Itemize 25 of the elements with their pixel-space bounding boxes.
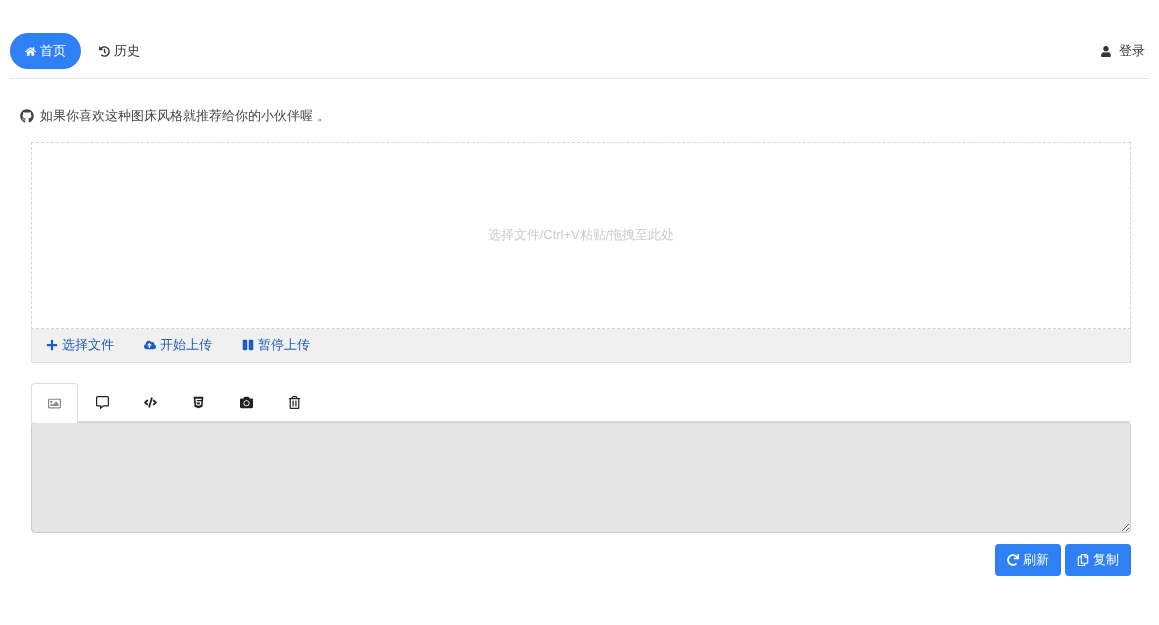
history-icon xyxy=(99,45,110,57)
html5-icon xyxy=(192,395,205,409)
pause-icon xyxy=(242,339,254,351)
home-icon xyxy=(25,45,36,57)
camera-icon xyxy=(240,395,253,409)
nav-tab[interactable]: 历史 xyxy=(84,33,155,69)
nav-tab[interactable]: 首页 xyxy=(10,33,81,69)
refresh-icon xyxy=(1007,553,1019,566)
copy-icon xyxy=(1077,553,1089,566)
image-icon xyxy=(48,396,61,410)
trash-icon xyxy=(288,395,301,409)
comment-icon xyxy=(96,395,109,409)
cloud-upload-icon xyxy=(144,339,156,351)
github-icon xyxy=(20,108,34,123)
login-link[interactable]: 登录 xyxy=(1101,41,1145,61)
output-field[interactable] xyxy=(31,421,1131,533)
plus-icon xyxy=(46,339,58,351)
user-icon xyxy=(1101,45,1111,57)
upload-action[interactable]: 开始上传 xyxy=(144,335,212,355)
action-button[interactable]: 复制 xyxy=(1065,543,1131,576)
action-button[interactable]: 刷新 xyxy=(995,543,1061,576)
code-icon xyxy=(144,395,157,409)
notice-text: 如果你喜欢这种图床风格就推荐给你的小伙伴喔 。 xyxy=(40,107,330,125)
upload-action[interactable]: 暂停上传 xyxy=(242,335,310,355)
upload-action[interactable]: 选择文件 xyxy=(46,335,114,355)
